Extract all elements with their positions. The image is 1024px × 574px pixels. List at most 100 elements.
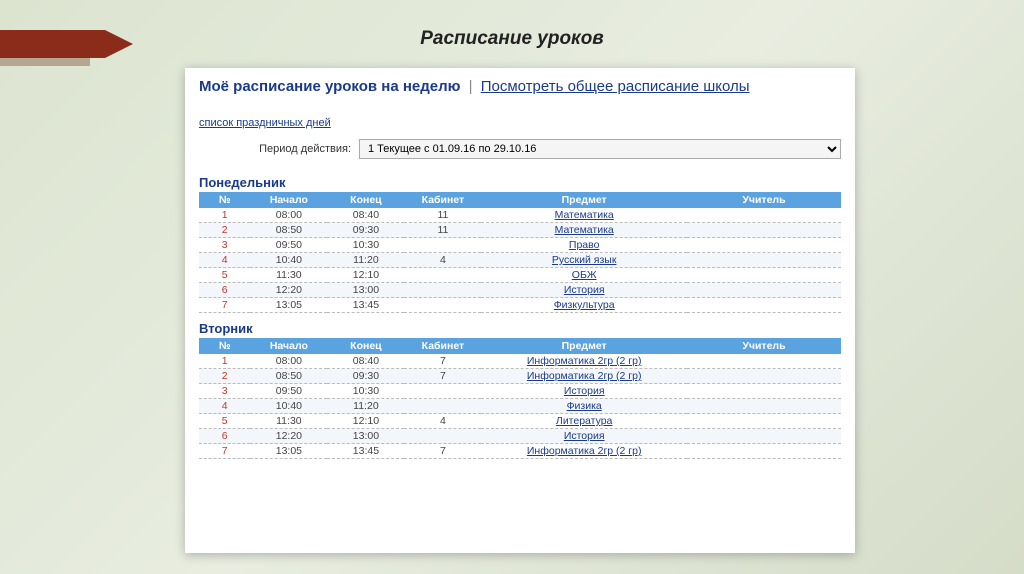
cell-end: 09:30: [327, 223, 404, 238]
cell-end: 09:30: [327, 369, 404, 384]
table-row: 309:5010:30История: [199, 384, 841, 399]
schedule-table: №НачалоКонецКабинетПредметУчитель108:000…: [199, 192, 841, 313]
cell-start: 10:40: [250, 253, 327, 268]
cell-start: 13:05: [250, 298, 327, 313]
day-label: Понедельник: [199, 175, 841, 190]
cell-teacher: [687, 369, 841, 384]
table-row: 108:0008:407Информатика 2гр (2 гр): [199, 354, 841, 369]
cell-end: 13:45: [327, 444, 404, 459]
schedule-card: Моё расписание уроков на неделю | Посмот…: [185, 68, 855, 553]
cell-start: 12:20: [250, 283, 327, 298]
cell-room: [404, 238, 481, 253]
subject-link[interactable]: Физика: [567, 400, 602, 412]
cell-subject: Русский язык: [481, 253, 686, 268]
heading-divider: |: [469, 78, 473, 95]
heading-main: Моё расписание уроков на неделю: [199, 78, 460, 95]
cell-start: 11:30: [250, 414, 327, 429]
day-label: Вторник: [199, 321, 841, 336]
table-row: 511:3012:104Литература: [199, 414, 841, 429]
cell-end: 13:00: [327, 283, 404, 298]
schedule-table: №НачалоКонецКабинетПредметУчитель108:000…: [199, 338, 841, 459]
cell-subject: Информатика 2гр (2 гр): [481, 369, 686, 384]
cell-start: 08:00: [250, 208, 327, 223]
period-select[interactable]: 1 Текущее с 01.09.16 по 29.10.16: [359, 139, 841, 159]
subject-link[interactable]: История: [564, 284, 605, 296]
subject-link[interactable]: Русский язык: [552, 254, 617, 266]
cell-teacher: [687, 298, 841, 313]
cell-start: 11:30: [250, 268, 327, 283]
cell-start: 13:05: [250, 444, 327, 459]
column-header-teacher: Учитель: [687, 192, 841, 208]
cell-subject: История: [481, 384, 686, 399]
subject-link[interactable]: Информатика 2гр (2 гр): [527, 370, 642, 382]
cell-teacher: [687, 354, 841, 369]
cell-subject: ОБЖ: [481, 268, 686, 283]
cell-end: 13:45: [327, 298, 404, 313]
cell-start: 08:50: [250, 223, 327, 238]
decorative-ribbon: [0, 30, 105, 58]
subject-link[interactable]: Право: [569, 239, 600, 251]
cell-teacher: [687, 283, 841, 298]
cell-start: 08:50: [250, 369, 327, 384]
cell-end: 10:30: [327, 238, 404, 253]
cell-number: 6: [199, 429, 250, 444]
subject-link[interactable]: Математика: [555, 209, 614, 221]
cell-room: [404, 399, 481, 414]
cell-teacher: [687, 268, 841, 283]
table-row: 713:0513:45 Физкультура: [199, 298, 841, 313]
table-row: 309:5010:30Право: [199, 238, 841, 253]
cell-end: 12:10: [327, 414, 404, 429]
cell-subject: Право: [481, 238, 686, 253]
subject-link[interactable]: Математика: [555, 224, 614, 236]
cell-end: 11:20: [327, 253, 404, 268]
cell-number: 4: [199, 399, 250, 414]
cell-number: 7: [199, 298, 250, 313]
cell-number: 6: [199, 283, 250, 298]
cell-number: 3: [199, 384, 250, 399]
cell-end: 12:10: [327, 268, 404, 283]
cell-number: 1: [199, 354, 250, 369]
column-header-start: Начало: [250, 192, 327, 208]
cell-room: 11: [404, 223, 481, 238]
cell-teacher: [687, 208, 841, 223]
table-row: 108:0008:4011Математика: [199, 208, 841, 223]
subject-link[interactable]: Литература: [556, 415, 612, 427]
table-row: 208:5009:3011Математика: [199, 223, 841, 238]
cell-room: [404, 268, 481, 283]
table-row: 713:0513:457Информатика 2гр (2 гр): [199, 444, 841, 459]
subject-link[interactable]: Физкультура: [554, 299, 615, 311]
column-header-room: Кабинет: [404, 338, 481, 354]
cell-subject: Математика: [481, 208, 686, 223]
column-header-start: Начало: [250, 338, 327, 354]
cell-number: 5: [199, 268, 250, 283]
cell-start: 08:00: [250, 354, 327, 369]
cell-teacher: [687, 384, 841, 399]
subject-link[interactable]: История: [564, 385, 605, 397]
cell-subject: История: [481, 283, 686, 298]
table-row: 208:5009:307Информатика 2гр (2 гр): [199, 369, 841, 384]
subject-link[interactable]: Информатика 2гр (2 гр): [527, 445, 642, 457]
holiday-days-link[interactable]: список праздничных дней: [199, 117, 331, 129]
cell-teacher: [687, 253, 841, 268]
cell-start: 12:20: [250, 429, 327, 444]
card-heading: Моё расписание уроков на неделю | Посмот…: [199, 78, 841, 95]
column-header-end: Конец: [327, 192, 404, 208]
column-header-teacher: Учитель: [687, 338, 841, 354]
table-row: 612:2013:00 История: [199, 429, 841, 444]
column-header-room: Кабинет: [404, 192, 481, 208]
column-header-subject: Предмет: [481, 338, 686, 354]
cell-subject: Информатика 2гр (2 гр): [481, 444, 686, 459]
cell-room: [404, 283, 481, 298]
subject-link[interactable]: История: [564, 430, 605, 442]
cell-number: 3: [199, 238, 250, 253]
subject-link[interactable]: Информатика 2гр (2 гр): [527, 355, 642, 367]
subject-link[interactable]: ОБЖ: [572, 269, 597, 281]
cell-start: 10:40: [250, 399, 327, 414]
cell-teacher: [687, 223, 841, 238]
school-schedule-link[interactable]: Посмотреть общее расписание школы: [481, 78, 750, 95]
cell-end: 13:00: [327, 429, 404, 444]
cell-teacher: [687, 414, 841, 429]
cell-end: 08:40: [327, 354, 404, 369]
cell-room: [404, 384, 481, 399]
cell-end: 08:40: [327, 208, 404, 223]
